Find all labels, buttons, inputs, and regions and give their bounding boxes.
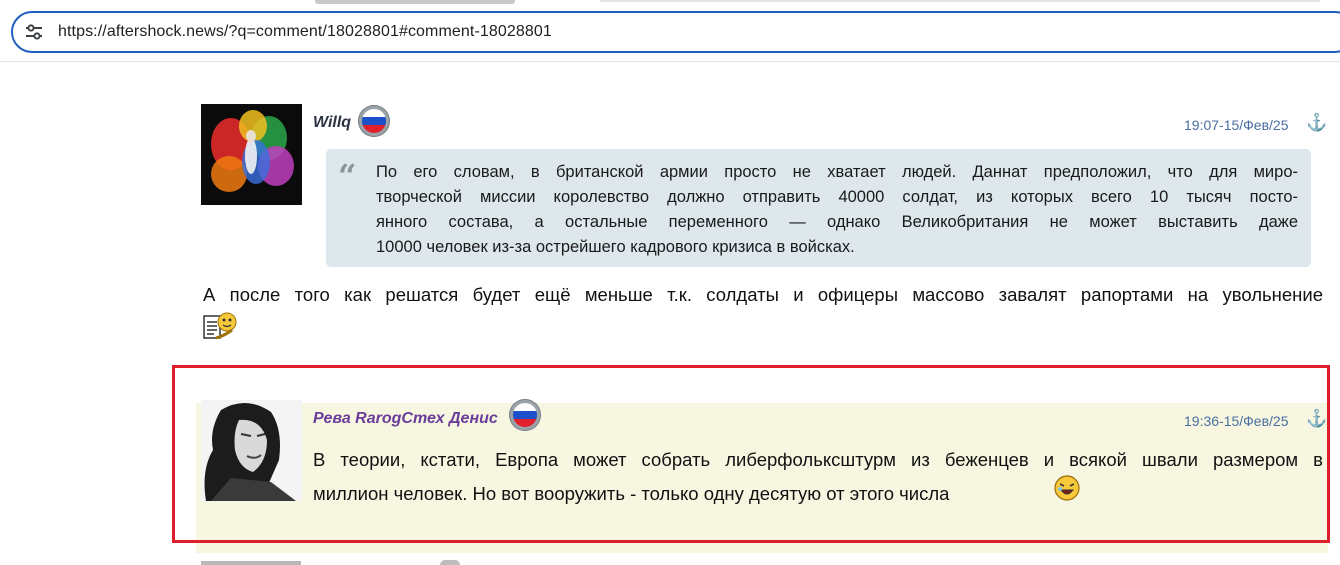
next-comment-flag-edge — [440, 560, 460, 565]
quote-line: творческой миссии королевство должно отп… — [376, 188, 1298, 206]
comment-timestamp[interactable]: 19:07-15/Фев/25 — [1184, 117, 1289, 133]
browser-toolbar: https://aftershock.news/?q=comment/18028… — [0, 0, 1340, 62]
url-text[interactable]: https://aftershock.news/?q=comment/18028… — [58, 23, 552, 41]
paperwork-smiley-icon — [202, 310, 238, 342]
quote-mark-icon: “ — [338, 157, 357, 195]
address-bar[interactable]: https://aftershock.news/?q=comment/18028… — [11, 11, 1340, 53]
avatar[interactable] — [201, 104, 302, 205]
tune-icon[interactable] — [25, 24, 43, 40]
quote-line: янного состава, а остальные переменного … — [376, 213, 1298, 231]
quote-text: По его словам, в британской армии просто… — [376, 160, 1298, 260]
russia-flag-icon — [358, 105, 390, 137]
anchor-icon[interactable]: ⚓ — [1306, 113, 1327, 133]
comment-author[interactable]: Willq — [313, 114, 351, 132]
selection-highlight-box — [172, 365, 1330, 543]
quote-line: 10000 человек из-за острейшего кадрового… — [376, 238, 855, 256]
quote-block: “ По его словам, в британской армии прос… — [326, 149, 1311, 267]
comment-text: А после того как решатся будет ещё меньш… — [203, 284, 1323, 305]
quote-line: По его словам, в британской армии просто… — [376, 163, 1298, 181]
toolbar-divider — [0, 61, 1340, 62]
active-tab-edge[interactable] — [315, 0, 515, 4]
tab-strip-edge — [600, 0, 1320, 2]
next-comment-avatar-edge — [201, 561, 301, 565]
